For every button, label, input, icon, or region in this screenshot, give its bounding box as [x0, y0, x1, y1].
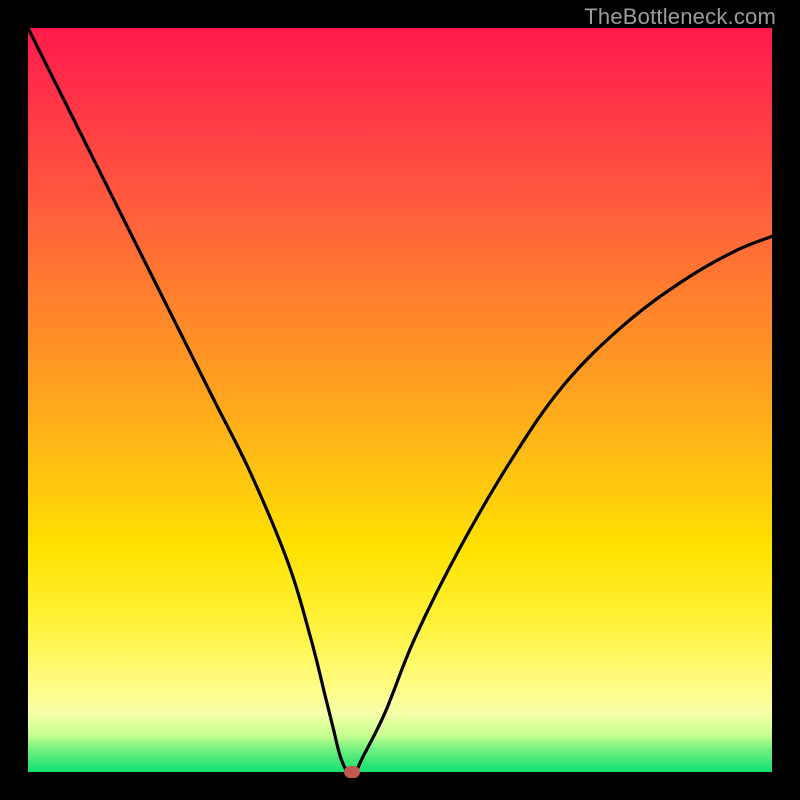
bottleneck-curve-path [28, 28, 772, 772]
optimal-point-marker [344, 766, 360, 778]
curve-svg [28, 28, 772, 772]
plot-area [28, 28, 772, 772]
chart-frame: TheBottleneck.com [0, 0, 800, 800]
watermark-text: TheBottleneck.com [584, 4, 776, 30]
